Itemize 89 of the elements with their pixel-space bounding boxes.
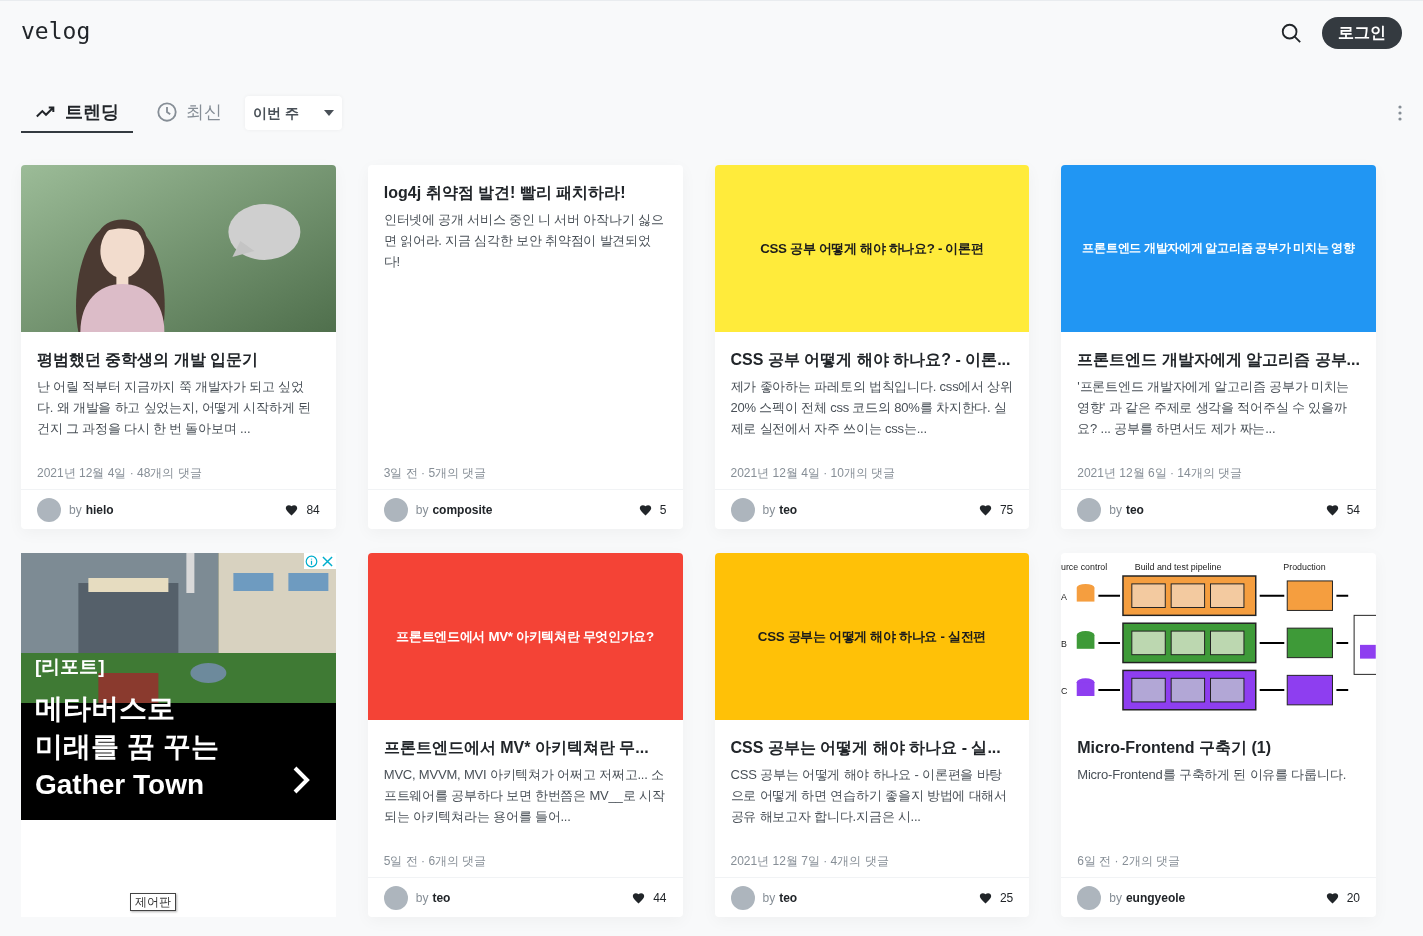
post-title[interactable]: CSS 공부는 어떻게 해야 하나요 - 실... (730, 736, 1014, 760)
heart-icon (285, 503, 299, 516)
author-name[interactable]: composite (432, 500, 493, 519)
post-description: MVC, MVVM, MVI 아키텍쳐가 어쩌고 저쩌고... 소프트웨어를 공부하다 보면 한번쯤은 MV__로 시작되는 아키텍쳐라는 용어를 들어... (383, 766, 666, 826)
post-card[interactable]: 평범했던 중학생의 개발 입문기 난 어릴 적부터 지금까지 쭉 개발자가 되고 싶었다. 왜 개발을 하고 싶었는지, 어떻게 시작하게 된 건지 그 과정을 다시 한 번 돌아보며 ... 2021년 12월 4일 · 48개의 댓글 by hielo 84 (21, 165, 336, 529)
like-count: 75 (999, 501, 1014, 519)
post-description: CSS 공부는 어떻게 해야 하나요 - 이론편을 바탕으로 어떻게 하면 연습하기 좋을지 방법에 대해서 공유 해보고자 합니다.지금은 시... (730, 766, 1008, 826)
post-meta: 2021년 12월 4일 · 48개의 댓글 (37, 465, 203, 481)
banner-title: CSS 공부 어떻게 해야 하나요? - 이론편 (760, 239, 984, 258)
diagram-label: urce control (1061, 562, 1108, 573)
author-avatar[interactable] (730, 497, 755, 522)
velog-logo[interactable]: velog (21, 13, 91, 49)
like-count: 25 (999, 889, 1014, 907)
post-description: 난 어릴 적부터 지금까지 쭉 개발자가 되고 싶었다. 왜 개발을 하고 싶었는지, 어떻게 시작하게 된 건지 그 과정을 다시 한 번 돌아보며 ... (37, 378, 312, 438)
by-label: by (69, 501, 82, 519)
ad-headline: 메타버스로 (35, 691, 176, 726)
thumbnail-banner[interactable]: CSS 공부는 어떻게 해야 하나요 - 실전편 (714, 553, 1030, 720)
post-description: '프론트엔드 개발자에게 알고리즘 공부가 미치는 영향' 과 같은 주제로 생각을 적어주실 수 있을까요? ... 공부를 하면서도 제가 짜는... (1077, 378, 1351, 438)
author-avatar[interactable] (1077, 497, 1102, 522)
more-vertical-icon[interactable] (1398, 105, 1402, 121)
post-title[interactable]: 평범했던 중학생의 개발 입문기 (37, 348, 320, 372)
row-label: B (1061, 638, 1068, 649)
post-card[interactable]: 프론트엔드 개발자에게 알고리즘 공부가 미치는 영향 프론트엔드 개발자에게 알고리즘 공부... '프론트엔드 개발자에게 알고리즘 공부가 미치는 영향' 과 같은 주제로 생각을 적어주실 수 있을까요? ... 공부를 하면서도 제가 짜는... 2021년 12월 6일 · 14개의 댓글 by teo 54 (1061, 165, 1376, 529)
post-card[interactable]: CSS 공부 어떻게 해야 하나요? - 이론편 CSS 공부 어떻게 해야 하나요? - 이론... 제가 좋아하는 파레토의 법칙입니다. css에서 상위 20% 스펙이 전체 css 코드의 80%를 차지한다. 실제로 실전에서 자주 쓰이는 css는... 2021년 12월 4일 · 10개의 댓글 by teo 75 (714, 165, 1030, 529)
heart-icon (638, 503, 652, 516)
heart-icon (1325, 503, 1339, 516)
like-count: 84 (306, 501, 320, 519)
post-title[interactable]: Micro-Frontend 구축기 (1) (1077, 736, 1360, 760)
caret-down-icon (324, 110, 334, 116)
post-meta: 2021년 12월 6일 · 14개의 댓글 (1077, 465, 1243, 481)
heart-icon (1325, 891, 1339, 904)
by-label: by (415, 501, 429, 519)
author-name[interactable]: teo (779, 888, 798, 907)
author-name[interactable]: teo (779, 500, 798, 519)
post-card[interactable]: urce control Build and test pipeline Production A B C Micro-Frontend 구축기 (1) Micro-Frontend를 구축하게 된 이유를 다룹니다. 6일 전 · 2개의 댓글 by eungyeole 20 (1061, 553, 1376, 917)
post-title[interactable]: 프론트엔드 개발자에게 알고리즘 공부... (1077, 348, 1360, 372)
author-avatar[interactable] (383, 497, 408, 522)
like-count: 54 (1346, 501, 1360, 519)
diagram-label: Production (1283, 562, 1326, 573)
by-label: by (1109, 889, 1122, 907)
by-label: by (1109, 501, 1122, 519)
like-count: 5 (659, 501, 667, 519)
author-avatar[interactable] (37, 497, 61, 522)
post-card[interactable]: 프론트엔드에서 MV* 아키텍쳐란 무엇인가요? 프론트엔드에서 MV* 아키텍쳐란 무... MVC, MVVM, MVI 아키텍쳐가 어쩌고 저쩌고... 소프트웨어를 공부하다 보면 한번쯤은 MV__로 시작되는 아키텍쳐라는 용어를 들어... 5일 전 · 6개의 댓글 by teo 44 (367, 553, 683, 917)
control-panel-label[interactable]: 제어판 (130, 893, 177, 911)
post-description: 제가 좋아하는 파레토의 법칙입니다. css에서 상위 20% 스펙이 전체 css 코드의 80%를 차지한다. 실제로 실전에서 자주 쓰이는 css는... (730, 378, 1014, 438)
ad-headline: 미래를 꿈 꾸는 (35, 729, 219, 764)
banner-title: 프론트엔드 개발자에게 알고리즘 공부가 미치는 영향 (1082, 239, 1355, 257)
post-description: Micro-Frontend를 구축하게 된 이유를 다룹니다. (1077, 766, 1348, 784)
like-count: 20 (1346, 889, 1360, 907)
by-label: by (762, 889, 776, 907)
post-title[interactable]: 프론트엔드에서 MV* 아키텍쳐란 무... (383, 736, 667, 760)
clock-icon (156, 101, 178, 123)
author-avatar[interactable] (730, 885, 755, 910)
heart-icon (978, 891, 992, 904)
author-name[interactable]: teo (1125, 500, 1144, 519)
author-name[interactable]: eungyeole (1125, 888, 1186, 907)
post-meta: 2021년 12월 7일 · 4개의 댓글 (730, 853, 890, 869)
author-avatar[interactable] (383, 885, 408, 910)
diagram-label: Build and test pipeline (1135, 562, 1222, 573)
thumbnail-banner[interactable]: 프론트엔드에서 MV* 아키텍쳐란 무엇인가요? (367, 553, 683, 720)
post-meta: 6일 전 · 2개의 댓글 (1077, 853, 1181, 869)
thumbnail-banner[interactable]: CSS 공부 어떻게 해야 하나요? - 이론편 (714, 165, 1030, 332)
author-name[interactable]: teo (432, 888, 451, 907)
author-avatar[interactable] (1077, 885, 1102, 910)
row-label: C (1061, 686, 1068, 697)
heart-icon (632, 891, 646, 904)
post-meta: 3일 전 · 5개의 댓글 (383, 465, 488, 481)
ad-banner[interactable]: [리포트] 메타버스로 미래를 꿈 꾸는 Gather Town (21, 553, 336, 820)
banner-title: CSS 공부는 어떻게 해야 하나요 - 실전편 (757, 627, 986, 646)
banner-title: 프론트엔드에서 MV* 아키텍쳐란 무엇인가요? (396, 627, 654, 646)
period-select[interactable]: 이번 주 (245, 96, 342, 130)
post-meta: 2021년 12월 4일 · 10개의 댓글 (730, 465, 897, 481)
ad-headline: Gather Town (35, 767, 206, 802)
author-name[interactable]: hielo (85, 500, 114, 519)
tab[interactable]: 트렌딩 (21, 93, 133, 133)
post-description: 인터넷에 공개 서비스 중인 니 서버 아작나기 싫으면 읽어라. 지금 심각한 보안 취약점이 발견되었다! (383, 211, 665, 271)
by-label: by (762, 501, 776, 519)
post-title[interactable]: log4j 취약점 발견! 빨리 패치하라! (383, 181, 667, 205)
by-label: by (415, 889, 429, 907)
search-icon[interactable] (1280, 22, 1302, 44)
login-button[interactable]: 로그인 (1322, 17, 1402, 49)
heart-icon (978, 503, 992, 516)
row-label: A (1061, 591, 1068, 602)
post-card[interactable]: log4j 취약점 발견! 빨리 패치하라! 인터넷에 공개 서비스 중인 니 서버 아작나기 싫으면 읽어라. 지금 심각한 보안 취약점이 발견되었다! 3일 전 · 5개의 댓글 by composite 5 (367, 165, 683, 529)
post-title[interactable]: CSS 공부 어떻게 해야 하나요? - 이론... (730, 348, 1014, 372)
post-meta: 5일 전 · 6개의 댓글 (383, 853, 488, 869)
post-card[interactable]: CSS 공부는 어떻게 해야 하나요 - 실전편 CSS 공부는 어떻게 해야 하나요 - 실... CSS 공부는 어떻게 해야 하나요 - 이론편을 바탕으로 어떻게 하면 연습하기 좋을지 방법에 대해서 공유 해보고자 합니다.지금은 시... 2021년 12월 7일 · 4개의 댓글 by teo 25 (714, 553, 1030, 917)
like-count: 44 (653, 889, 667, 907)
